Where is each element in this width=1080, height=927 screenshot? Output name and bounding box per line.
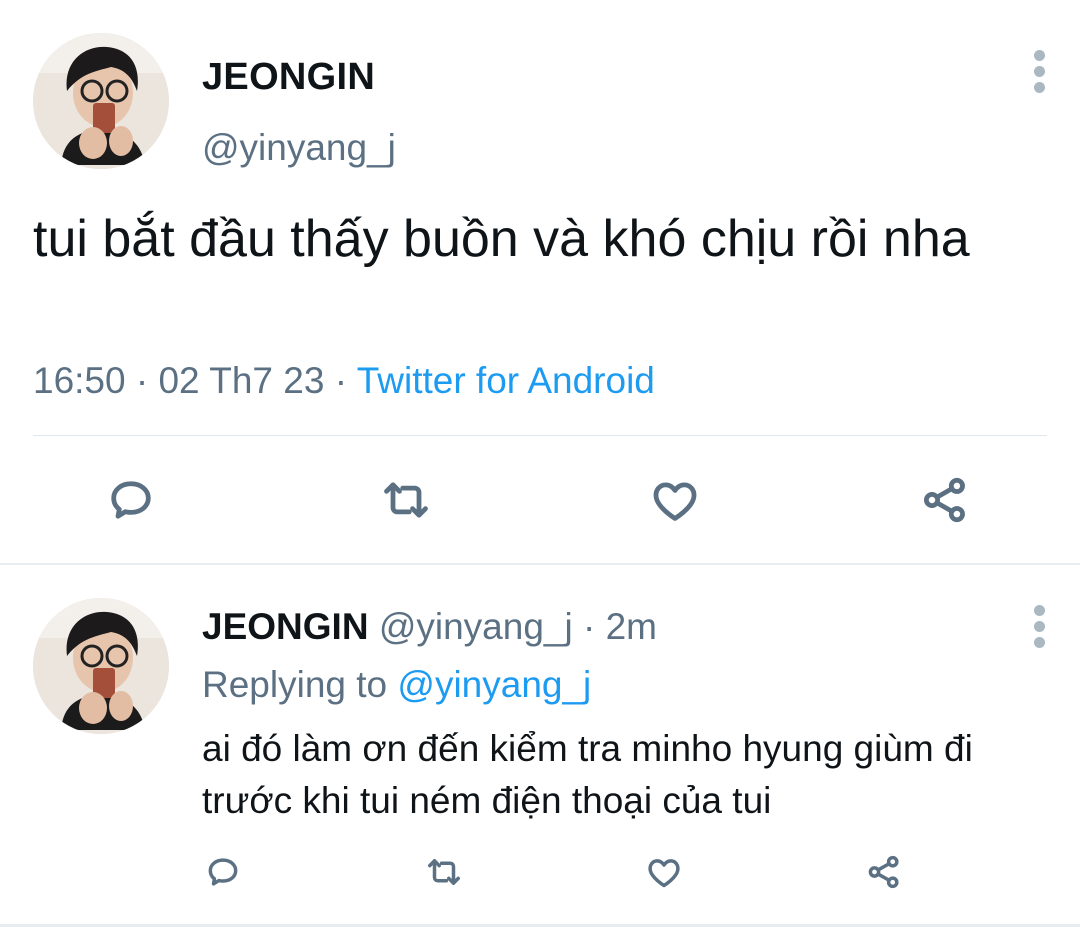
meta-separator: · (583, 606, 596, 647)
display-name[interactable]: JEONGIN (202, 56, 375, 99)
share-icon (868, 855, 899, 889)
meta-separator: · (334, 360, 348, 401)
retweet-button[interactable] (376, 470, 436, 530)
mention-link[interactable]: @yinyang_j (397, 664, 591, 705)
tweet-separator (0, 563, 1080, 565)
display-name[interactable]: JEONGIN (202, 606, 369, 647)
like-button[interactable] (645, 470, 705, 530)
avatar[interactable] (33, 598, 169, 734)
tweet-source-link[interactable]: Twitter for Android (357, 360, 655, 401)
profile-photo (33, 33, 169, 169)
reply-button[interactable] (101, 470, 161, 530)
tweet-time: 2m (605, 606, 658, 647)
avatar[interactable] (33, 33, 169, 169)
user-handle[interactable]: @yinyang_j (379, 606, 573, 647)
profile-photo (33, 598, 169, 734)
tweet-text: tui bắt đầu thấy buồn và khó chịu rồi nh… (33, 210, 970, 268)
like-icon (653, 482, 697, 521)
user-handle[interactable]: @yinyang_j (202, 127, 396, 169)
reply-header: JEONGIN @yinyang_j · 2m (202, 606, 657, 648)
tweet-meta: 16:50 · 02 Th7 23 · Twitter for Android (33, 360, 655, 402)
reply-button[interactable] (201, 850, 245, 894)
retweet-button[interactable] (422, 850, 466, 894)
more-options-icon[interactable] (1030, 50, 1050, 94)
meta-separator: · (135, 360, 149, 401)
replying-to: Replying to @yinyang_j (202, 664, 591, 706)
share-icon (923, 477, 965, 523)
tweet-date: 02 Th7 23 (158, 360, 325, 401)
tweet-text: ai đó làm ơn đến kiểm tra minho hyung gi… (202, 728, 973, 821)
like-icon (648, 859, 680, 888)
reply-icon (111, 481, 151, 519)
share-button[interactable] (862, 850, 906, 894)
retweet-icon (428, 859, 460, 885)
divider (33, 435, 1047, 436)
tweet-time: 16:50 (33, 360, 126, 401)
more-options-icon[interactable] (1030, 605, 1050, 649)
replying-to-label: Replying to (202, 664, 388, 705)
share-button[interactable] (915, 470, 975, 530)
retweet-icon (384, 482, 428, 518)
reply-icon (208, 858, 238, 886)
like-button[interactable] (642, 850, 686, 894)
